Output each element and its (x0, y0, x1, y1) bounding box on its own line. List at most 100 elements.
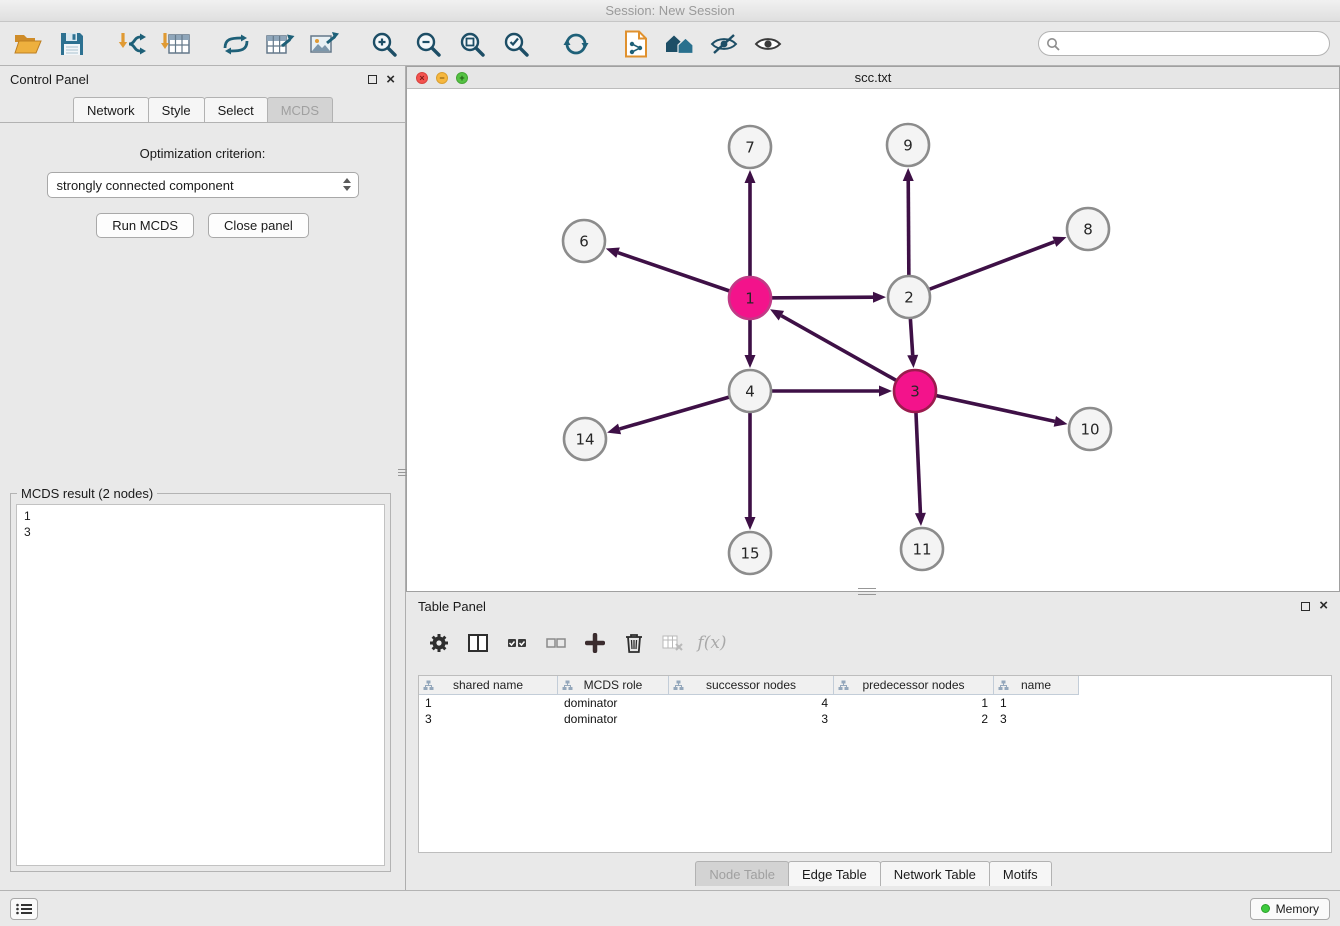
graph-node-label: 7 (745, 139, 755, 157)
table-cell[interactable]: 2 (834, 711, 994, 727)
graph-node-3[interactable]: 3 (894, 370, 936, 412)
save-session-button[interactable] (54, 27, 90, 61)
graph-edge-3-1[interactable] (781, 316, 915, 391)
search-icon (1046, 37, 1060, 56)
sort-icon (998, 680, 1009, 691)
table-cell[interactable]: 1 (994, 695, 1079, 711)
run-mcds-button[interactable]: Run MCDS (96, 213, 194, 238)
hide-graphics-details-button[interactable] (706, 27, 742, 61)
column-header-predecessor-nodes[interactable]: predecessor nodes (834, 676, 994, 695)
table-cell[interactable]: 4 (669, 695, 834, 711)
column-header-name[interactable]: name (994, 676, 1079, 695)
graph-node-11[interactable]: 11 (901, 528, 943, 570)
table-cell[interactable]: 1 (419, 695, 558, 711)
panel-splitter-horizontal[interactable] (858, 587, 876, 596)
table-row[interactable]: 1dominator411 (419, 695, 1331, 711)
mcds-result-area[interactable]: 13 (16, 504, 385, 866)
tab-edge-table[interactable]: Edge Table (788, 861, 881, 886)
table-cell[interactable]: 3 (669, 711, 834, 727)
float-table-panel-icon[interactable] (1301, 602, 1310, 611)
tab-motifs[interactable]: Motifs (989, 861, 1052, 886)
zoom-in-button[interactable] (366, 27, 402, 61)
graph-node-label: 9 (903, 137, 913, 155)
graph-edge-arrowhead (903, 168, 914, 181)
graph-node-label: 8 (1083, 221, 1093, 239)
graph-node-4[interactable]: 4 (729, 370, 771, 412)
table-cell[interactable]: dominator (558, 711, 669, 727)
unselect-all-button[interactable] (543, 630, 569, 656)
load-network-button[interactable] (218, 27, 254, 61)
zoom-out-icon (415, 31, 441, 57)
minimize-window-icon[interactable]: − (436, 72, 448, 84)
column-header-mcds-role[interactable]: MCDS role (558, 676, 669, 695)
table-settings-button[interactable] (426, 630, 452, 656)
graph-node-6[interactable]: 6 (563, 220, 605, 262)
show-graphics-details-button[interactable] (750, 27, 786, 61)
home-networks-button[interactable] (662, 27, 698, 61)
panel-splitter-vertical[interactable] (398, 463, 407, 481)
control-panel-title: Control Panel (10, 72, 89, 87)
column-header-successor-nodes[interactable]: successor nodes (669, 676, 834, 695)
graph-edge-arrowhead (606, 247, 620, 257)
close-table-panel-icon[interactable]: × (1319, 601, 1328, 611)
table-cell[interactable]: 3 (419, 711, 558, 727)
close-panel-icon[interactable]: × (386, 75, 395, 85)
function-builder-button[interactable]: f(x) (699, 630, 725, 656)
graph-node-label: 2 (904, 289, 914, 307)
tab-network-table[interactable]: Network Table (880, 861, 990, 886)
close-window-icon[interactable]: × (416, 72, 428, 84)
graph-node-7[interactable]: 7 (729, 126, 771, 168)
add-row-button[interactable] (582, 630, 608, 656)
trash-icon (625, 633, 643, 653)
criterion-dropdown[interactable]: strongly connected component (47, 172, 359, 198)
import-table-icon (161, 31, 191, 57)
share-document-button[interactable] (618, 27, 654, 61)
select-all-button[interactable] (504, 630, 530, 656)
graph-node-8[interactable]: 8 (1067, 208, 1109, 250)
graph-node-14[interactable]: 14 (564, 418, 606, 460)
zoom-selected-button[interactable] (498, 27, 534, 61)
network-graph[interactable]: 7 9 6 8 1 2 4 3 14 10 15 11 (407, 89, 1339, 592)
maximize-window-icon[interactable]: + (456, 72, 468, 84)
import-network-from-file-button[interactable] (114, 27, 150, 61)
graph-node-2[interactable]: 2 (888, 276, 930, 318)
column-header-shared-name[interactable]: shared name (419, 676, 558, 695)
graph-node-15[interactable]: 15 (729, 532, 771, 574)
graph-node-9[interactable]: 9 (887, 124, 929, 166)
refresh-button[interactable] (558, 27, 594, 61)
graph-node-1[interactable]: 1 (729, 277, 771, 319)
plus-icon (585, 633, 605, 653)
memory-label: Memory (1276, 902, 1319, 916)
open-file-button[interactable] (10, 27, 46, 61)
zoom-fit-button[interactable] (454, 27, 490, 61)
list-icon (16, 903, 32, 915)
tab-style[interactable]: Style (148, 97, 205, 122)
tab-mcds[interactable]: MCDS (267, 97, 333, 122)
graph-edge-2-8[interactable] (909, 242, 1054, 297)
graph-edge-arrowhead (873, 292, 886, 303)
optimization-criterion-label: Optimization criterion: (0, 146, 405, 161)
delete-row-button[interactable] (621, 630, 647, 656)
network-window-titlebar[interactable]: × − + scc.txt (407, 67, 1339, 89)
float-panel-icon[interactable] (368, 75, 377, 84)
tab-network[interactable]: Network (73, 97, 149, 122)
tab-node-table[interactable]: Node Table (695, 861, 789, 886)
graph-node-10[interactable]: 10 (1069, 408, 1111, 450)
zoom-out-button[interactable] (410, 27, 446, 61)
table-cell[interactable]: 1 (834, 695, 994, 711)
task-history-button[interactable] (10, 898, 38, 920)
close-panel-button[interactable]: Close panel (208, 213, 309, 238)
export-table-button[interactable] (262, 27, 298, 61)
search-input[interactable] (1038, 31, 1330, 56)
table-row[interactable]: 3dominator323 (419, 711, 1331, 727)
import-table-from-file-button[interactable] (158, 27, 194, 61)
show-columns-button[interactable] (465, 630, 491, 656)
tab-select[interactable]: Select (204, 97, 268, 122)
table-cell[interactable]: dominator (558, 695, 669, 711)
table-cell[interactable]: 3 (994, 711, 1079, 727)
columns-icon (468, 634, 488, 652)
delete-table-button[interactable] (660, 630, 686, 656)
export-image-button[interactable] (306, 27, 342, 61)
mcds-result-line: 1 (24, 508, 377, 524)
memory-button[interactable]: Memory (1250, 898, 1330, 920)
